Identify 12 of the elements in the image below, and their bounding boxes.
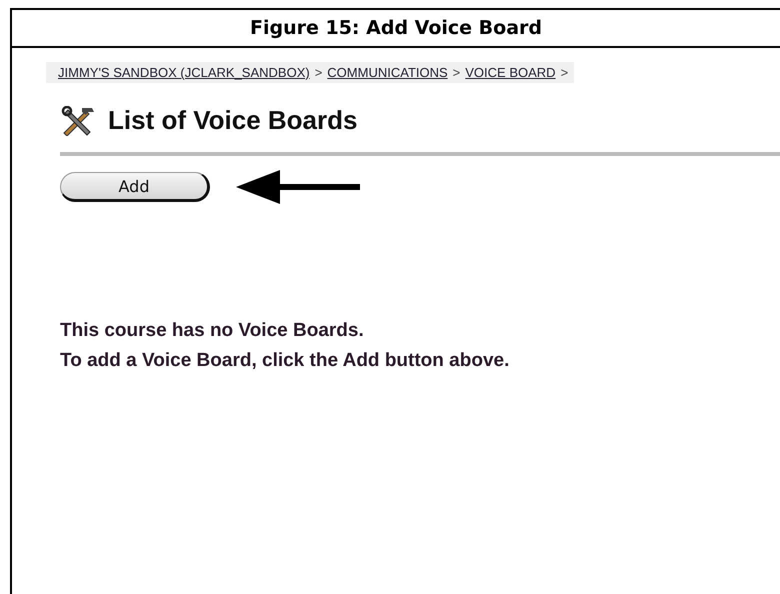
breadcrumb-separator: > <box>314 65 322 80</box>
breadcrumb-link[interactable]: COMMUNICATIONS <box>327 65 448 80</box>
breadcrumb-separator: > <box>560 65 568 80</box>
breadcrumb-separator: > <box>452 65 460 80</box>
breadcrumb-link[interactable]: VOICE BOARD <box>465 65 556 80</box>
tools-icon <box>60 106 96 136</box>
page-title: List of Voice Boards <box>108 105 358 136</box>
empty-message: This course has no Voice Boards. To add a Voice Board, click the Add button above. <box>60 319 510 373</box>
breadcrumb-link[interactable]: JIMMY'S SANDBOX (JCLARK_SANDBOX) <box>58 65 310 80</box>
arrow-icon <box>236 170 360 204</box>
add-button[interactable]: Add <box>60 172 210 202</box>
figure-caption: Figure 15: Add Voice Board <box>250 17 542 39</box>
